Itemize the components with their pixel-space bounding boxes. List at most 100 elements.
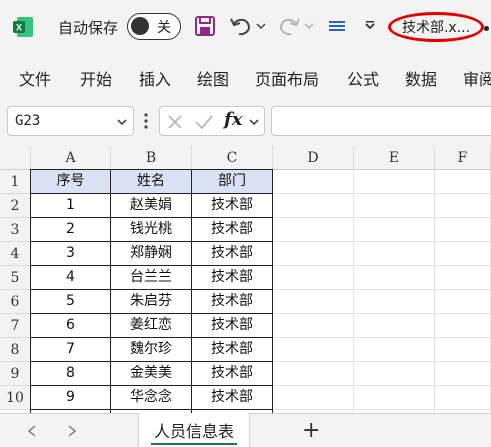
next-sheet-icon[interactable] xyxy=(67,425,77,437)
column-header-c[interactable]: C xyxy=(192,146,273,170)
tab-review[interactable]: 审阅 xyxy=(463,66,491,90)
cell-a10[interactable]: 9 xyxy=(31,386,110,410)
list-view-icon[interactable] xyxy=(327,14,347,38)
row-header-10[interactable]: 10 xyxy=(0,386,31,410)
formula-buttons: fx xyxy=(159,106,265,136)
table-border xyxy=(31,361,273,362)
tab-data[interactable]: 数据 xyxy=(405,66,437,90)
row-header-5[interactable]: 5 xyxy=(0,266,31,290)
row-header-2[interactable]: 2 xyxy=(0,194,31,218)
worksheet-grid[interactable]: A B C D E F 1 2 3 4 5 6 7 8 9 10 序号 姓名 部门 1 赵美娟 技术部 2 钱光桃… xyxy=(0,146,491,413)
cell-a1[interactable]: 序号 xyxy=(31,170,110,194)
previous-sheet-icon[interactable] xyxy=(27,425,37,437)
redo-dropdown-icon[interactable] xyxy=(303,14,315,38)
cell-c1[interactable]: 部门 xyxy=(192,170,272,194)
cell-b10[interactable]: 华念念 xyxy=(111,386,191,410)
table-border xyxy=(31,241,273,242)
cell-c8[interactable]: 技术部 xyxy=(192,338,272,362)
cell-a3[interactable]: 2 xyxy=(31,218,110,242)
undo-icon[interactable] xyxy=(228,14,254,38)
save-icon[interactable] xyxy=(193,14,217,38)
cell-c5[interactable]: 技术部 xyxy=(192,266,272,290)
column-header-b[interactable]: B xyxy=(111,146,192,170)
autosave-state: 关 xyxy=(157,20,171,36)
cell-c10[interactable]: 技术部 xyxy=(192,386,272,410)
cell-c3[interactable]: 技术部 xyxy=(192,218,272,242)
tab-page-layout[interactable]: 页面布局 xyxy=(255,66,319,90)
chevron-down-icon xyxy=(117,119,127,126)
tab-formulas[interactable]: 公式 xyxy=(347,66,379,90)
cell-a6[interactable]: 5 xyxy=(31,290,110,314)
ribbon-tabs: 文件 开始 插入 绘图 页面布局 公式 数据 审阅 xyxy=(0,52,491,100)
cell-b2[interactable]: 赵美娟 xyxy=(111,194,191,218)
table-border xyxy=(31,265,273,266)
cell-b9[interactable]: 金美美 xyxy=(111,362,191,386)
column-header-d[interactable]: D xyxy=(273,146,354,170)
sheet-tab-label: 人员信息表 xyxy=(150,418,237,445)
insert-function-icon[interactable]: fx xyxy=(224,109,242,130)
table-border xyxy=(31,193,273,194)
formula-bar: G23 fx xyxy=(0,100,491,146)
table-border xyxy=(110,169,111,413)
cell-c6[interactable]: 技术部 xyxy=(192,290,272,314)
tab-file[interactable]: 文件 xyxy=(19,66,51,90)
cell-c2[interactable]: 技术部 xyxy=(192,194,272,218)
cell-a8[interactable]: 7 xyxy=(31,338,110,362)
customize-toolbar-icon[interactable] xyxy=(362,14,378,38)
tab-draw[interactable]: 绘图 xyxy=(197,66,229,90)
confirm-icon[interactable] xyxy=(194,113,214,131)
cell-a5[interactable]: 4 xyxy=(31,266,110,290)
row-header-8[interactable]: 8 xyxy=(0,338,31,362)
cell-a9[interactable]: 8 xyxy=(31,362,110,386)
more-indicator xyxy=(484,26,489,31)
sheet-tab-active[interactable]: 人员信息表 xyxy=(138,413,250,447)
cell-b5[interactable]: 台兰兰 xyxy=(111,266,191,290)
cell-b8[interactable]: 魏尔珍 xyxy=(111,338,191,362)
column-header-e[interactable]: E xyxy=(354,146,435,170)
excel-logo-icon: X xyxy=(13,17,33,37)
cell-a2[interactable]: 1 xyxy=(31,194,110,218)
table-border xyxy=(31,217,273,218)
cell-a7[interactable]: 6 xyxy=(31,314,110,338)
tab-home[interactable]: 开始 xyxy=(80,66,112,90)
undo-dropdown-icon[interactable] xyxy=(255,14,267,38)
tab-insert[interactable]: 插入 xyxy=(139,66,171,90)
column-header-a[interactable]: A xyxy=(31,146,111,170)
row-header-3[interactable]: 3 xyxy=(0,218,31,242)
cell-c7[interactable]: 技术部 xyxy=(192,314,272,338)
select-all-corner[interactable] xyxy=(0,146,31,170)
cell-b7[interactable]: 姜红恋 xyxy=(111,314,191,338)
more-vertical-icon[interactable] xyxy=(143,113,149,129)
row-header-9[interactable]: 9 xyxy=(0,362,31,386)
chevron-down-icon[interactable] xyxy=(248,116,260,128)
cancel-icon[interactable] xyxy=(166,113,184,131)
cell-b6[interactable]: 朱启芬 xyxy=(111,290,191,314)
table-border xyxy=(272,169,273,413)
cell-a4[interactable]: 3 xyxy=(31,242,110,266)
table-border xyxy=(31,385,273,386)
row-header-4[interactable]: 4 xyxy=(0,242,31,266)
toggle-knob xyxy=(131,17,149,35)
name-box-value: G23 xyxy=(15,113,41,129)
row-header-7[interactable]: 7 xyxy=(0,314,31,338)
autosave-label: 自动保存 xyxy=(58,19,119,37)
cell-c4[interactable]: 技术部 xyxy=(192,242,272,266)
name-box[interactable]: G23 xyxy=(7,106,134,136)
gridline xyxy=(434,170,435,413)
redo-icon[interactable] xyxy=(276,14,302,38)
cell-b4[interactable]: 郑静娴 xyxy=(111,242,191,266)
row-header-1[interactable]: 1 xyxy=(0,170,31,194)
autosave-toggle[interactable]: 关 xyxy=(127,13,181,40)
cell-b1[interactable]: 姓名 xyxy=(111,170,191,194)
cell-c9[interactable]: 技术部 xyxy=(192,362,272,386)
column-header-f[interactable]: F xyxy=(435,146,491,170)
table-border xyxy=(191,169,192,413)
filename-button[interactable]: 技术部.x... xyxy=(388,12,484,42)
table-border xyxy=(31,289,273,290)
add-sheet-button[interactable]: + xyxy=(302,418,320,443)
row-header-6[interactable]: 6 xyxy=(0,290,31,314)
table-border xyxy=(30,169,31,413)
formula-input[interactable] xyxy=(271,106,491,136)
gridline xyxy=(353,170,354,413)
cell-b3[interactable]: 钱光桃 xyxy=(111,218,191,242)
